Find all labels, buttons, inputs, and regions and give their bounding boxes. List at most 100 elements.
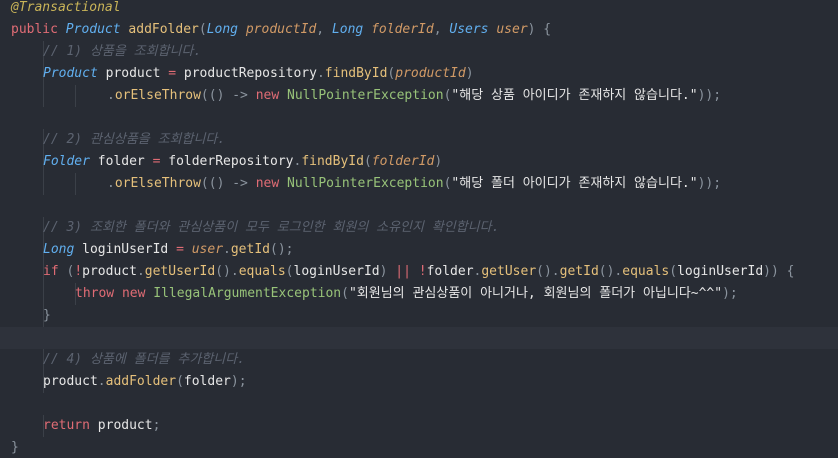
code-line[interactable]: // 4) 상품에 폴더를 추가합니다. — [0, 349, 838, 371]
code-text: throw new IllegalArgumentException("회원님의… — [75, 283, 738, 305]
code-token: new — [255, 176, 288, 191]
code-token: Long — [331, 22, 372, 37]
code-line[interactable]: } — [0, 305, 838, 327]
code-line[interactable]: public Product addFolder(Long productId,… — [0, 19, 838, 41]
code-token: Long — [43, 242, 83, 257]
code-line[interactable]: .orElseThrow(() -> new NullPointerExcept… — [0, 85, 838, 107]
code-token: folderRepository — [168, 154, 294, 169]
code-token: ( — [176, 374, 184, 389]
code-token: = — [152, 154, 169, 169]
code-token: user — [191, 242, 224, 257]
code-token: addFolder — [128, 22, 199, 37]
code-token: , — [433, 22, 450, 37]
code-token: ); — [722, 286, 738, 301]
code-token: ( — [341, 286, 349, 301]
code-token: IllegalArgumentException — [153, 286, 342, 301]
code-text: } — [11, 437, 19, 458]
code-line[interactable]: Folder folder = folderRepository.findByI… — [0, 151, 838, 173]
code-token: (). — [215, 264, 239, 279]
code-token: . — [223, 242, 231, 257]
code-line[interactable] — [0, 195, 838, 217]
code-token: NullPointerException — [287, 88, 444, 103]
code-line[interactable] — [0, 327, 838, 349]
code-token: ( — [198, 22, 207, 37]
code-line[interactable] — [0, 393, 838, 415]
code-token: loginUserId — [293, 264, 380, 279]
code-token: ) — [434, 154, 443, 169]
code-token: product — [97, 418, 153, 433]
code-token: . — [107, 176, 115, 191]
code-token: ( — [363, 154, 372, 169]
code-text: public Product addFolder(Long productId,… — [11, 19, 551, 41]
code-line[interactable] — [0, 107, 838, 129]
code-token: "해당 폴더 아이디가 존재하지 않습니다." — [451, 176, 698, 191]
code-text: .orElseThrow(() -> new NullPointerExcept… — [107, 85, 721, 107]
code-token: ; — [152, 418, 161, 433]
code-line[interactable]: // 3) 조회한 폴더와 관심상품이 모두 로그인한 회원의 소유인지 확인합… — [0, 217, 838, 239]
code-token: loginUserId — [677, 264, 764, 279]
code-token: folder — [183, 374, 231, 389]
code-token: (). — [536, 264, 560, 279]
code-token: )) { — [763, 264, 795, 279]
code-token: folder — [426, 264, 474, 279]
code-token: findById — [301, 154, 364, 169]
code-line[interactable]: return product; — [0, 415, 838, 437]
code-token: Users — [449, 22, 497, 37]
code-token: productId — [245, 22, 317, 37]
code-text: .orElseThrow(() -> new NullPointerExcept… — [107, 173, 721, 195]
code-text: product.addFolder(folder); — [43, 371, 247, 393]
code-token: Product — [43, 66, 106, 81]
code-text: return product; — [43, 415, 160, 437]
code-token: . — [97, 374, 106, 389]
code-text: Long loginUserId = user.getId(); — [43, 239, 293, 261]
code-token: public — [11, 22, 66, 37]
code-token: new — [255, 88, 288, 103]
code-token: user — [496, 22, 528, 37]
code-token: getId — [559, 264, 599, 279]
code-token: ) — [465, 66, 474, 81]
indent-guide — [43, 283, 44, 305]
code-text: // 2) 관심상품을 조회합니다. — [43, 129, 225, 151]
code-line[interactable]: Product product = productRepository.find… — [0, 63, 838, 85]
code-line[interactable]: if (!product.getUserId().equals(loginUse… — [0, 261, 838, 283]
code-token: orElseThrow — [114, 176, 201, 191]
code-token: folderId — [371, 154, 435, 169]
code-token: ); — [230, 374, 247, 389]
code-token: throw — [75, 286, 122, 301]
code-token: return — [43, 418, 98, 433]
code-token: productRepository — [183, 66, 317, 81]
code-line[interactable]: .orElseThrow(() -> new NullPointerExcept… — [0, 173, 838, 195]
code-token: if — [43, 264, 67, 279]
code-token: productId — [395, 66, 466, 81]
code-token: ) — [379, 264, 396, 279]
code-token: (() -> — [200, 88, 256, 103]
code-line[interactable]: @Transactional — [0, 0, 838, 19]
code-token: . — [107, 88, 115, 103]
code-editor[interactable]: @Transactional public Product addFolder(L… — [0, 0, 838, 458]
code-token: Long — [206, 22, 246, 37]
code-line[interactable]: product.addFolder(folder); — [0, 371, 838, 393]
indent-guide — [43, 173, 44, 195]
code-token: // 2) 관심상품을 조회합니다. — [43, 132, 226, 147]
code-token: @Transactional — [11, 0, 121, 15]
code-line[interactable]: throw new IllegalArgumentException("회원님의… — [0, 283, 838, 305]
code-text: // 3) 조회한 폴더와 관심상품이 모두 로그인한 회원의 소유인지 확인합… — [43, 217, 499, 239]
code-token: getId — [230, 242, 270, 257]
code-text: @Transactional — [11, 0, 121, 19]
code-line[interactable]: } — [0, 437, 838, 458]
code-token: equals — [238, 264, 286, 279]
code-token: (); — [270, 242, 294, 257]
code-token: product — [105, 66, 169, 81]
code-token: new — [121, 286, 154, 301]
indent-guide — [75, 173, 76, 195]
code-token: ! — [418, 264, 427, 279]
code-line[interactable]: Long loginUserId = user.getId(); — [0, 239, 838, 261]
code-line[interactable]: // 1) 상품을 조회합니다. — [0, 41, 838, 63]
code-text: // 4) 상품에 폴더를 추가합니다. — [43, 349, 245, 371]
code-token: // 1) 상품을 조회합니다. — [43, 44, 202, 59]
code-line[interactable]: // 2) 관심상품을 조회합니다. — [0, 129, 838, 151]
code-token: getUserId — [144, 264, 216, 279]
indent-guide — [43, 85, 44, 107]
code-token: } — [43, 308, 51, 323]
code-text: Product product = productRepository.find… — [43, 63, 474, 85]
